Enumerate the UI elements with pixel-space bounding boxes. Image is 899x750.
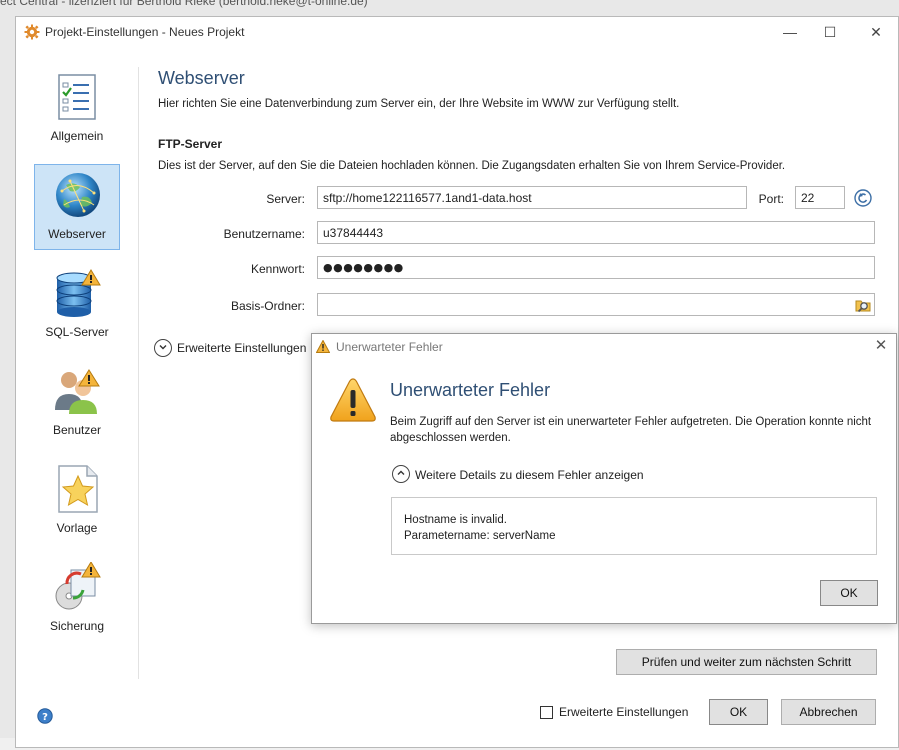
sidebar-item-label: Webserver bbox=[48, 227, 106, 241]
port-label: Port: bbox=[758, 192, 784, 206]
warning-large-icon bbox=[330, 378, 376, 422]
advanced-toggle-label[interactable]: Erweiterte Einstellungen bbox=[177, 341, 306, 355]
sidebar-divider bbox=[138, 67, 139, 679]
users-warning-icon bbox=[55, 369, 100, 414]
help-icon[interactable]: ? bbox=[37, 708, 53, 724]
browse-folder-icon[interactable] bbox=[854, 296, 872, 314]
details-toggle-label[interactable]: Weitere Details zu diesem Fehler anzeige… bbox=[415, 468, 644, 482]
advanced-settings-checkbox[interactable] bbox=[540, 706, 553, 719]
details-toggle[interactable] bbox=[392, 465, 410, 483]
page-title: Webserver bbox=[158, 68, 245, 88]
sidebar-item-label: Benutzer bbox=[52, 423, 102, 437]
warning-icon bbox=[316, 340, 330, 353]
section-description: Dies ist der Server, auf den Sie die Dat… bbox=[158, 160, 786, 172]
dialog-ok-button[interactable]: OK bbox=[820, 580, 878, 606]
advanced-settings-label[interactable]: Erweiterte Einstellungen bbox=[559, 705, 688, 719]
chevron-up-icon bbox=[397, 470, 405, 475]
sidebar-item-sicherung[interactable]: Sicherung bbox=[34, 556, 120, 642]
sidebar-item-webserver[interactable]: Webserver bbox=[34, 164, 120, 250]
sidebar-item-sql-server[interactable]: SQL-Server bbox=[34, 262, 120, 348]
database-warning-icon bbox=[56, 269, 101, 317]
server-label: Server: bbox=[266, 192, 305, 206]
error-detail-line: Hostname is invalid. bbox=[404, 514, 507, 526]
gear-icon bbox=[24, 24, 40, 40]
background-window-title: ect Central - lizenziert für Berthold Ri… bbox=[0, 0, 368, 8]
cancel-button[interactable]: Abbrechen bbox=[781, 699, 876, 725]
page-description: Hier richten Sie eine Datenverbindung zu… bbox=[158, 98, 680, 110]
dialog-title: Unerwarteter Fehler bbox=[336, 340, 443, 354]
error-detail-line: Parametername: serverName bbox=[404, 530, 556, 542]
maximize-button[interactable]: ☐ bbox=[814, 21, 846, 43]
dialog-heading: Unerwarteter Fehler bbox=[390, 380, 551, 400]
checklist-icon bbox=[58, 74, 96, 120]
minimize-button[interactable]: — bbox=[774, 21, 806, 43]
ok-button[interactable]: OK bbox=[709, 699, 768, 725]
sidebar-item-label: Allgemein bbox=[50, 129, 104, 143]
username-input[interactable] bbox=[317, 221, 875, 244]
window-titlebar[interactable]: Projekt-Einstellungen - Neues Projekt — … bbox=[16, 17, 898, 47]
expand-advanced-toggle[interactable] bbox=[154, 339, 172, 357]
dialog-close-button[interactable]: ✕ bbox=[872, 337, 890, 355]
check-next-button[interactable]: Prüfen und weiter zum nächsten Schritt bbox=[616, 649, 877, 675]
sidebar-item-label: SQL-Server bbox=[45, 325, 109, 339]
password-label: Kennwort: bbox=[250, 262, 305, 276]
sidebar-item-benutzer[interactable]: Benutzer bbox=[34, 360, 120, 446]
folder-input[interactable] bbox=[317, 293, 875, 316]
window-title: Projekt-Einstellungen - Neues Projekt bbox=[45, 25, 245, 39]
chevron-down-icon bbox=[159, 345, 167, 350]
svg-text:?: ? bbox=[42, 712, 48, 723]
sidebar-item-label: Sicherung bbox=[49, 619, 105, 633]
reset-port-icon[interactable] bbox=[854, 189, 872, 207]
dialog-message: Beim Zugriff auf den Server ist ein uner… bbox=[390, 416, 872, 444]
close-button[interactable]: ✕ bbox=[860, 21, 892, 43]
sidebar-item-vorlage[interactable]: Vorlage bbox=[34, 458, 120, 544]
backup-warning-icon bbox=[55, 562, 101, 610]
sidebar-item-allgemein[interactable]: Allgemein bbox=[34, 66, 120, 152]
password-input[interactable]: ●●●●●●●● bbox=[317, 256, 875, 279]
sidebar-item-label: Vorlage bbox=[56, 521, 98, 535]
star-page-icon bbox=[58, 465, 98, 513]
section-title: FTP-Server bbox=[158, 137, 223, 151]
globe-icon bbox=[56, 173, 100, 217]
folder-label: Basis-Ordner: bbox=[230, 299, 305, 313]
username-label: Benutzername: bbox=[223, 227, 305, 241]
error-dialog: Unerwarteter Fehler ✕ Unerwarteter Fehle… bbox=[311, 333, 897, 624]
error-details-box: Hostname is invalid. Parametername: serv… bbox=[391, 497, 877, 555]
port-input[interactable] bbox=[795, 186, 845, 209]
